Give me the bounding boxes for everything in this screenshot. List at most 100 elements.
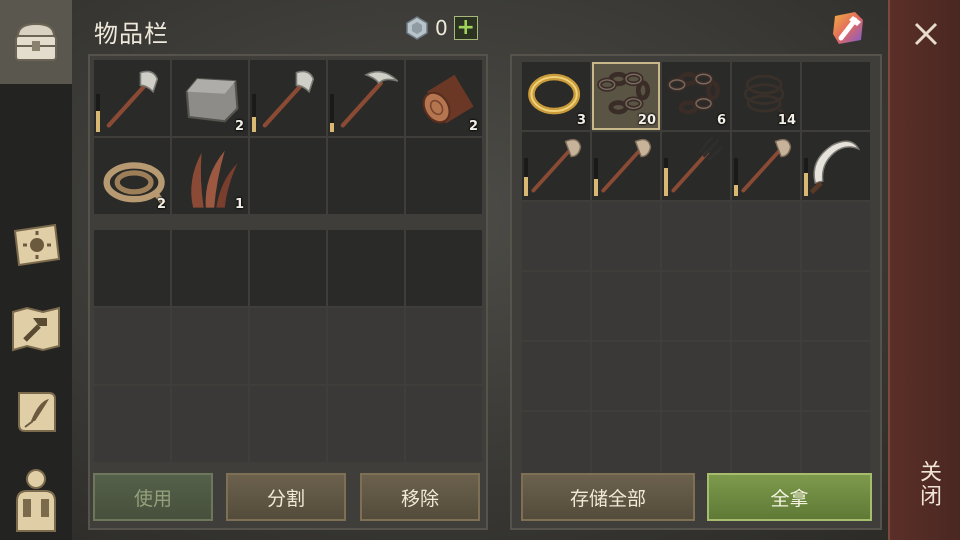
durability-bar [330,94,334,132]
inventory-slot[interactable] [328,60,404,136]
inventory-slot[interactable] [250,60,326,136]
inventory-slot[interactable] [250,138,326,214]
inventory-slot-empty[interactable] [328,230,404,306]
split-button[interactable]: 分割 [226,473,346,521]
storage-slot[interactable] [802,202,870,270]
inventory-slot-empty[interactable] [172,386,248,462]
storage-slot[interactable]: 14 [732,62,800,130]
inventory-slot[interactable]: 2 [94,138,170,214]
storage-slot[interactable]: 3 [522,62,590,130]
storage-slot[interactable]: 6 [662,62,730,130]
pitchfork-icon [671,136,724,193]
remove-button[interactable]: 移除 [360,473,480,521]
inventory-slot-empty[interactable] [250,230,326,306]
take-all-button[interactable]: 全拿 [707,473,872,521]
item-quantity: 1 [234,197,244,212]
inventory-slot-empty[interactable] [94,308,170,384]
tab-crafting[interactable] [0,298,72,360]
storage-slot[interactable] [592,272,660,340]
storage-slot[interactable] [592,202,660,270]
close-panel[interactable]: 关闭 [888,0,960,540]
storage-slot[interactable] [662,342,730,410]
storage-slot[interactable] [522,132,590,200]
inventory-slot-empty[interactable] [406,308,482,384]
gem-counter: 0 + [405,16,478,40]
inventory-slot-empty[interactable] [406,386,482,462]
inventory-slot[interactable] [406,138,482,214]
inventory-slot[interactable] [94,60,170,136]
inventory-panel: 2 2 2 1 [88,54,488,530]
storage-slot[interactable] [592,132,660,200]
inventory-slot-empty[interactable] [250,386,326,462]
item-quantity: 2 [234,119,244,134]
tab-journal[interactable] [0,214,72,276]
stone-axe-icon [262,70,315,128]
storage-slot[interactable] [732,342,800,410]
inventory-slot-empty[interactable] [328,386,404,462]
inventory-slot-empty[interactable] [94,386,170,462]
chest-icon [15,22,57,61]
storage-slot[interactable] [522,412,590,480]
item-quantity: 3 [576,113,586,128]
sidebar [0,0,72,540]
item-quantity: 6 [716,113,726,128]
inventory-slot[interactable] [328,138,404,214]
storage-slot[interactable] [592,412,660,480]
close-label[interactable]: 关闭 [912,460,944,508]
storage-slot[interactable] [662,272,730,340]
use-button[interactable]: 使用 [93,473,213,521]
storage-slot[interactable] [522,202,590,270]
inventory-slot[interactable]: 2 [406,60,482,136]
durability-bar [524,158,528,196]
inventory-slot-empty[interactable] [172,308,248,384]
inventory-slot-empty[interactable] [328,308,404,384]
storage-slot[interactable]: 20 [592,62,660,130]
storage-slot[interactable] [592,342,660,410]
storage-slot[interactable] [802,342,870,410]
storage-slot[interactable] [732,202,800,270]
durability-bar [804,158,808,196]
storage-slot[interactable] [802,412,870,480]
item-quantity: 20 [637,113,656,128]
gem-icon [406,16,428,40]
shovel-icon [601,138,652,193]
durability-bar [664,158,668,196]
storage-slot[interactable] [522,342,590,410]
stone-pickaxe-icon [340,70,399,128]
shovel-icon [531,138,582,193]
storage-panel: 3 20 6 14 [510,54,882,530]
tab-quests[interactable] [0,382,72,444]
gem-count: 0 [435,16,448,40]
tab-character[interactable] [0,460,72,540]
inventory-slot-empty[interactable] [250,308,326,384]
quest-scroll-icon [18,392,56,432]
storage-slot[interactable] [662,412,730,480]
storage-slot[interactable] [802,272,870,340]
inventory-slot-empty[interactable] [406,230,482,306]
clean-brush-icon[interactable] [829,8,869,48]
item-quantity: 2 [468,119,478,134]
storage-slot[interactable] [802,132,870,200]
storage-grid: 3 20 6 14 [522,62,870,480]
inventory-slot-empty[interactable] [94,230,170,306]
tab-inventory[interactable] [0,0,72,84]
store-all-button[interactable]: 存储全部 [521,473,695,521]
storage-slot[interactable] [662,202,730,270]
storage-slot[interactable] [732,272,800,340]
add-gems-button[interactable]: + [453,16,478,40]
close-icon[interactable] [910,18,942,50]
inventory-slot-empty[interactable] [172,230,248,306]
durability-bar [96,94,100,132]
item-quantity: 14 [777,113,796,128]
storage-slot[interactable] [732,132,800,200]
sun-book-icon [13,223,61,267]
storage-slot[interactable] [522,272,590,340]
storage-slot[interactable] [732,412,800,480]
crafting-map-icon [12,306,60,352]
inventory-slot[interactable]: 1 [172,138,248,214]
storage-slot[interactable] [662,132,730,200]
item-quantity: 2 [156,197,166,212]
shovel-icon [741,138,792,193]
storage-slot[interactable] [802,62,870,130]
inventory-slot[interactable]: 2 [172,60,248,136]
